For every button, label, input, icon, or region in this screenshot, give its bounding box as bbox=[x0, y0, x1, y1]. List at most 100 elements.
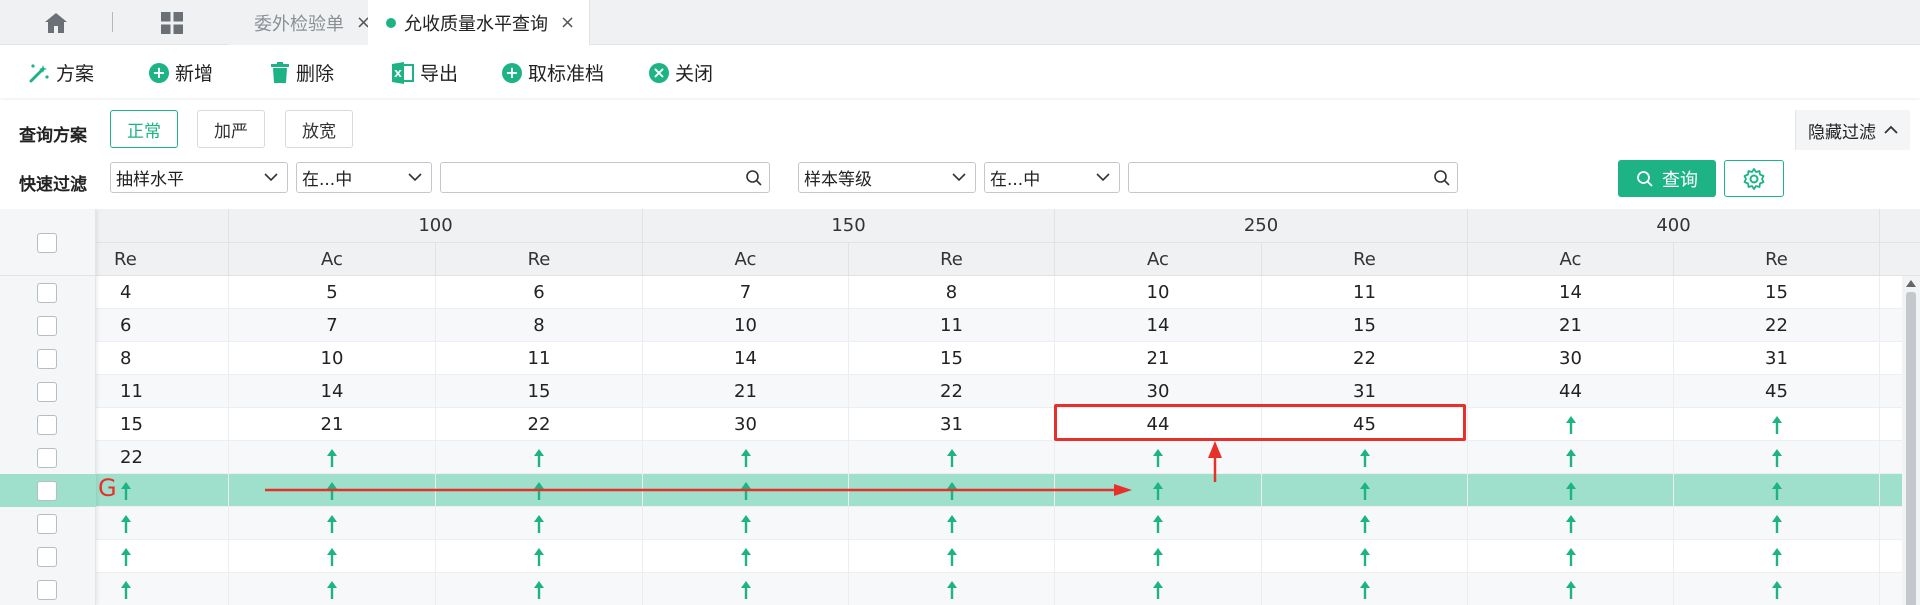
up-arrow-cell[interactable] bbox=[849, 441, 1055, 474]
up-arrow-cell[interactable] bbox=[1674, 474, 1880, 507]
up-arrow-cell[interactable] bbox=[1262, 540, 1468, 573]
table-cell[interactable]: 44 bbox=[1468, 375, 1674, 408]
up-arrow-cell[interactable] bbox=[849, 474, 1055, 507]
tab-aql-query[interactable]: 允收质量水平查询 × bbox=[368, 0, 591, 45]
table-cell[interactable]: 8 bbox=[436, 309, 643, 342]
table-cell[interactable]: 11 bbox=[849, 309, 1055, 342]
up-arrow-cell[interactable] bbox=[229, 573, 436, 605]
table-row[interactable] bbox=[0, 540, 1920, 573]
table-cell[interactable]: 21 bbox=[643, 375, 849, 408]
table-row[interactable] bbox=[0, 573, 1920, 605]
up-arrow-cell[interactable] bbox=[436, 507, 643, 540]
row-checkbox[interactable] bbox=[37, 481, 57, 501]
table-row[interactable]: 11 14 15 21 22 30 31 44 45 bbox=[0, 375, 1920, 408]
up-arrow-cell[interactable] bbox=[229, 441, 436, 474]
column-header[interactable]: Re bbox=[1674, 243, 1880, 275]
settings-button[interactable] bbox=[1724, 160, 1784, 197]
table-cell[interactable]: 14 bbox=[643, 342, 849, 375]
up-arrow-cell[interactable] bbox=[436, 474, 643, 507]
table-row[interactable]: 4 5 6 7 8 10 11 14 15 bbox=[0, 276, 1920, 309]
up-arrow-cell[interactable] bbox=[643, 441, 849, 474]
filter-value-field[interactable] bbox=[441, 163, 769, 192]
up-arrow-cell[interactable] bbox=[1674, 441, 1880, 474]
scroll-up-icon[interactable] bbox=[1905, 278, 1917, 288]
table-cell[interactable]: 8 bbox=[849, 276, 1055, 309]
row-checkbox[interactable] bbox=[37, 514, 57, 534]
column-header[interactable]: Ac bbox=[1055, 243, 1262, 275]
group-header-400[interactable]: 400 bbox=[1468, 209, 1880, 242]
select-all-checkbox[interactable] bbox=[37, 233, 57, 253]
search-icon[interactable] bbox=[745, 169, 763, 187]
up-arrow-cell[interactable] bbox=[1055, 441, 1262, 474]
table-cell[interactable]: 7 bbox=[643, 276, 849, 309]
column-header[interactable]: Re bbox=[436, 243, 643, 275]
table-cell[interactable]: 8 bbox=[96, 342, 229, 375]
up-arrow-cell[interactable] bbox=[1468, 408, 1674, 441]
table-cell[interactable]: 10 bbox=[643, 309, 849, 342]
table-cell[interactable]: 30 bbox=[643, 408, 849, 441]
column-header[interactable]: Re bbox=[1262, 243, 1468, 275]
table-cell[interactable]: 15 bbox=[436, 375, 643, 408]
table-cell[interactable]: 15 bbox=[849, 342, 1055, 375]
table-cell[interactable]: 6 bbox=[96, 309, 229, 342]
up-arrow-cell[interactable] bbox=[643, 474, 849, 507]
column-header[interactable]: Re bbox=[849, 243, 1055, 275]
table-cell[interactable]: 22 bbox=[436, 408, 643, 441]
up-arrow-cell[interactable] bbox=[849, 540, 1055, 573]
up-arrow-cell[interactable] bbox=[1468, 573, 1674, 605]
table-cell[interactable]: 31 bbox=[1674, 342, 1880, 375]
group-header-100[interactable]: 100 bbox=[229, 209, 643, 242]
table-cell[interactable]: 30 bbox=[1468, 342, 1674, 375]
up-arrow-cell[interactable] bbox=[1055, 474, 1262, 507]
filter-value-input-1[interactable] bbox=[440, 162, 770, 193]
table-cell[interactable]: 14 bbox=[1468, 276, 1674, 309]
table-cell[interactable]: 14 bbox=[229, 375, 436, 408]
table-cell[interactable]: 11 bbox=[436, 342, 643, 375]
up-arrow-cell[interactable] bbox=[1674, 408, 1880, 441]
cancel-standard-button[interactable]: + 取标准档 bbox=[502, 59, 604, 86]
row-checkbox[interactable] bbox=[37, 382, 57, 402]
up-arrow-cell[interactable] bbox=[1262, 441, 1468, 474]
query-button[interactable]: 查询 bbox=[1618, 160, 1716, 197]
export-button[interactable]: X 导出 bbox=[392, 59, 458, 86]
table-cell[interactable]: 15 bbox=[96, 408, 229, 441]
up-arrow-cell[interactable] bbox=[643, 573, 849, 605]
filter-field-select-1[interactable]: 抽样水平 bbox=[110, 162, 288, 193]
up-arrow-cell[interactable] bbox=[229, 474, 436, 507]
row-checkbox[interactable] bbox=[37, 547, 57, 567]
group-header-250[interactable]: 250 bbox=[1055, 209, 1468, 242]
table-cell[interactable]: 11 bbox=[96, 375, 229, 408]
table-row[interactable]: 6 7 8 10 11 14 15 21 22 bbox=[0, 309, 1920, 342]
up-arrow-cell[interactable] bbox=[1468, 507, 1674, 540]
delete-button[interactable]: 删除 bbox=[270, 59, 334, 86]
filter-value-input-2[interactable] bbox=[1128, 162, 1458, 193]
table-cell[interactable]: 10 bbox=[1055, 276, 1262, 309]
column-header[interactable]: Ac bbox=[229, 243, 436, 275]
table-cell[interactable]: 10 bbox=[229, 342, 436, 375]
table-cell[interactable]: 31 bbox=[849, 408, 1055, 441]
plan-normal-button[interactable]: 正常 bbox=[110, 110, 178, 148]
table-row[interactable]: 15 21 22 30 31 44 45 bbox=[0, 408, 1920, 441]
close-button[interactable]: × 关闭 bbox=[649, 59, 713, 86]
up-arrow-cell[interactable] bbox=[1674, 507, 1880, 540]
table-cell[interactable]: 6 bbox=[436, 276, 643, 309]
up-arrow-cell[interactable] bbox=[436, 441, 643, 474]
table-row[interactable]: 8 10 11 14 15 21 22 30 31 bbox=[0, 342, 1920, 375]
table-cell[interactable]: 15 bbox=[1262, 309, 1468, 342]
table-cell[interactable]: 7 bbox=[229, 309, 436, 342]
table-cell[interactable]: 22 bbox=[96, 441, 229, 474]
table-cell[interactable]: 5 bbox=[229, 276, 436, 309]
table-cell[interactable]: 21 bbox=[1468, 309, 1674, 342]
hide-filter-toggle[interactable]: 隐藏过滤 bbox=[1795, 110, 1910, 150]
search-icon[interactable] bbox=[1433, 169, 1451, 187]
plan-reduced-button[interactable]: 放宽 bbox=[285, 110, 353, 148]
table-cell[interactable]: 21 bbox=[229, 408, 436, 441]
row-checkbox[interactable] bbox=[37, 448, 57, 468]
up-arrow-cell[interactable] bbox=[96, 507, 229, 540]
table-cell[interactable]: 45 bbox=[1674, 375, 1880, 408]
up-arrow-cell[interactable] bbox=[1262, 507, 1468, 540]
filter-field-select-2[interactable]: 样本等级 bbox=[798, 162, 976, 193]
close-icon[interactable]: × bbox=[560, 12, 575, 33]
table-cell[interactable]: 14 bbox=[1055, 309, 1262, 342]
table-cell[interactable]: 15 bbox=[1674, 276, 1880, 309]
